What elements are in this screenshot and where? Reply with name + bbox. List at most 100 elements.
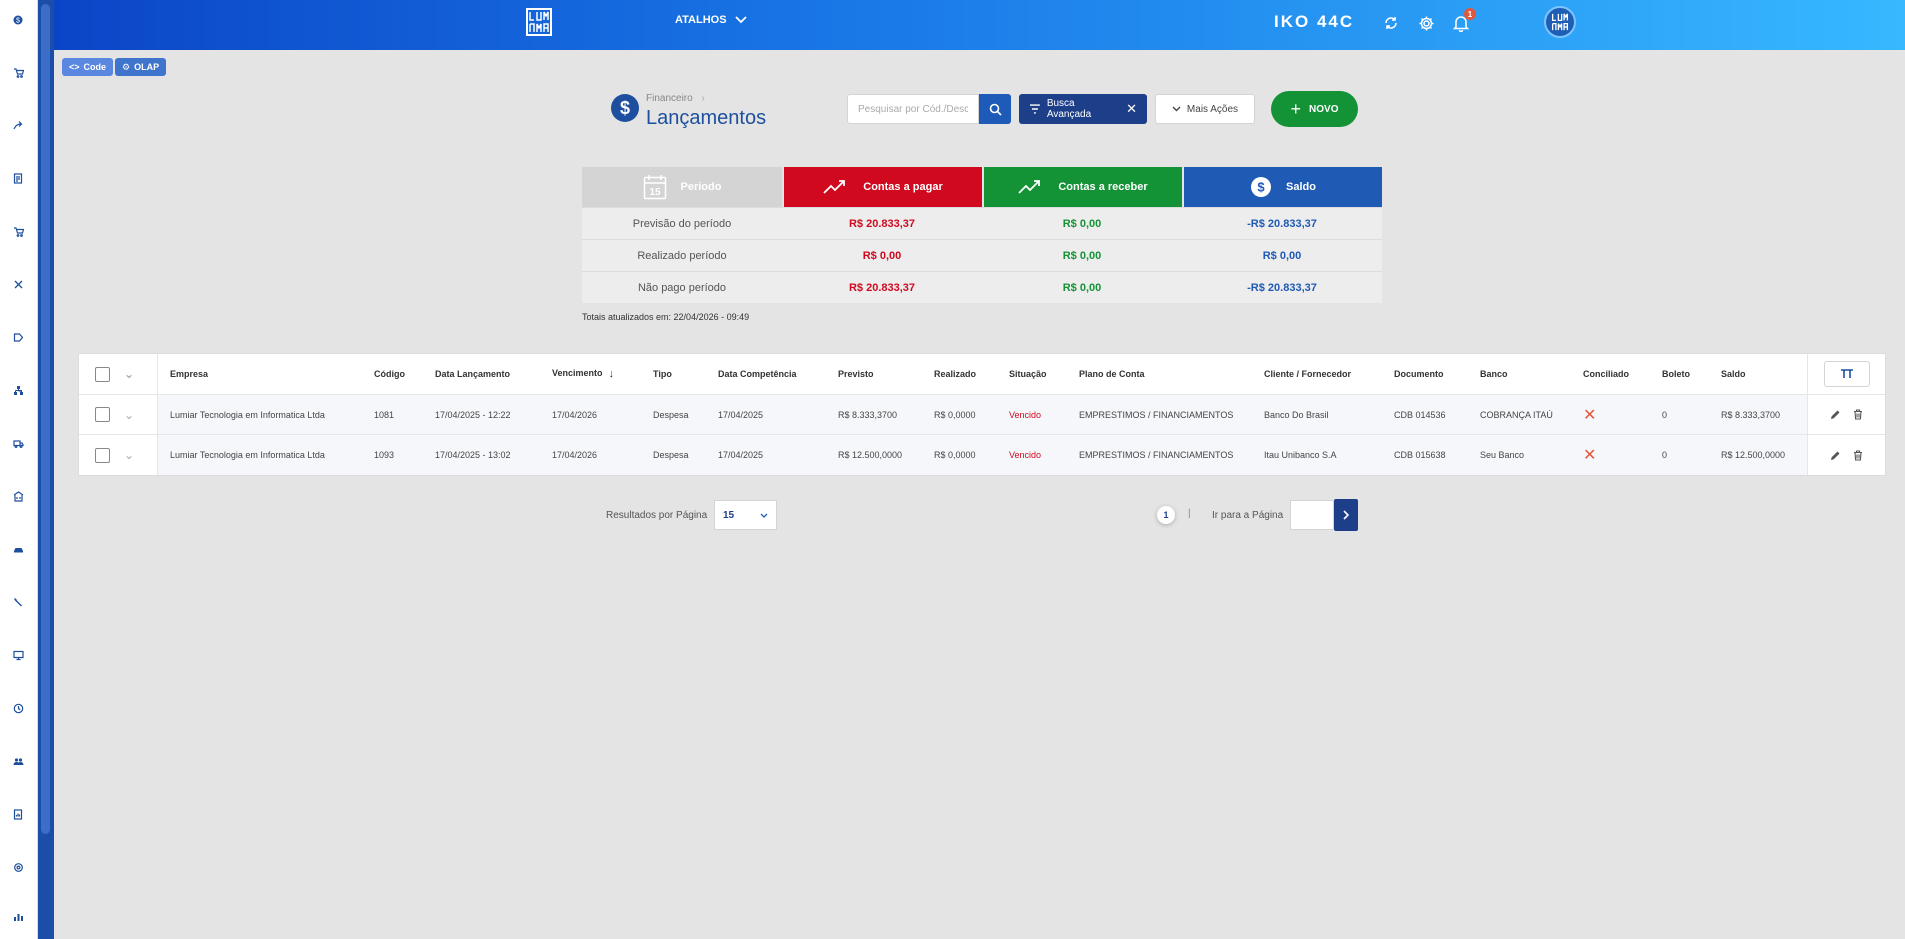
- column-header[interactable]: Código: [362, 369, 423, 379]
- cell-boleto: 0: [1662, 409, 1668, 420]
- cell-codigo: 1081: [374, 409, 395, 420]
- code-pill[interactable]: <> Code: [62, 58, 114, 76]
- results-per-page-select[interactable]: 15: [714, 500, 777, 530]
- org-chart-icon: ⚙: [122, 61, 131, 72]
- column-header[interactable]: Previsto: [826, 369, 922, 379]
- tools-icon[interactable]: [10, 276, 26, 292]
- cart-icon[interactable]: [10, 64, 26, 80]
- new-button[interactable]: + NOVO: [1271, 91, 1358, 127]
- goto-page-button[interactable]: [1334, 499, 1358, 531]
- building-icon[interactable]: [10, 488, 26, 504]
- app-logo[interactable]: [526, 8, 552, 36]
- users-icon[interactable]: [10, 753, 26, 769]
- column-header[interactable]: Cliente / Fornecedor: [1252, 369, 1382, 379]
- more-actions-button[interactable]: Mais Ações: [1155, 94, 1255, 124]
- summary-value-saldo: -R$ 20.833,37: [1247, 217, 1317, 230]
- goto-page-input[interactable]: [1290, 500, 1334, 530]
- column-header[interactable]: Saldo: [1709, 369, 1807, 379]
- select-all-checkbox[interactable]: [95, 366, 110, 382]
- chevron-down-icon: [1172, 106, 1181, 112]
- search-input[interactable]: [847, 94, 979, 124]
- dollar-icon: $: [611, 94, 639, 122]
- breadcrumb-item[interactable]: Financeiro: [646, 93, 693, 104]
- cell-documento: CDB 015638: [1394, 450, 1446, 460]
- chevron-down-icon[interactable]: ⌄: [124, 448, 134, 462]
- column-header[interactable]: Situação: [997, 369, 1067, 379]
- edit-icon[interactable]: [1830, 450, 1841, 461]
- summary-row-label: Previsão do período: [632, 217, 732, 230]
- cart-icon[interactable]: [10, 223, 26, 239]
- trash-icon[interactable]: [1853, 409, 1863, 420]
- chevron-down-icon[interactable]: ⌄: [124, 408, 134, 422]
- sidebar-scrollbar[interactable]: [38, 0, 54, 939]
- breadcrumb[interactable]: Financeiro ›: [646, 93, 705, 104]
- table-row[interactable]: ⌄ Lumiar Tecnologia em Informatica Ltda …: [79, 395, 1885, 435]
- dollar-icon[interactable]: $: [10, 12, 26, 28]
- calendar-icon: 15: [643, 175, 666, 200]
- column-header[interactable]: Documento: [1382, 369, 1468, 379]
- row-checkbox[interactable]: [95, 447, 110, 463]
- column-header[interactable]: Banco: [1468, 369, 1571, 379]
- cell-saldo: R$ 12.500,0000: [1721, 450, 1786, 460]
- edit-icon[interactable]: [1830, 409, 1841, 420]
- clock-icon[interactable]: [10, 700, 26, 716]
- column-header[interactable]: Empresa: [158, 369, 362, 379]
- row-checkbox[interactable]: [95, 407, 110, 422]
- column-header[interactable]: Boleto: [1650, 369, 1709, 379]
- scrollbar-thumb[interactable]: [41, 4, 50, 834]
- top-header: ATALHOS IKO 44C 1: [54, 0, 1905, 50]
- truck-icon[interactable]: [10, 435, 26, 451]
- chart-icon[interactable]: [10, 908, 26, 924]
- report-icon[interactable]: [10, 806, 26, 822]
- summary-header-periodo[interactable]: 15 Período: [582, 167, 782, 207]
- column-header[interactable]: Plano de Conta: [1067, 369, 1252, 379]
- chevron-down-icon[interactable]: ⌄: [124, 367, 134, 381]
- column-header-label: Vencimento: [552, 368, 603, 378]
- columns-toggle-button[interactable]: [1823, 361, 1870, 387]
- search-icon: [989, 103, 1002, 116]
- refresh-icon[interactable]: [1380, 12, 1402, 34]
- column-header[interactable]: Conciliado: [1571, 369, 1650, 379]
- row-actions: [1807, 435, 1885, 475]
- settings-icon[interactable]: [10, 859, 26, 875]
- trash-icon[interactable]: [1853, 449, 1863, 461]
- advanced-search-button[interactable]: Busca Avançada ✕: [1019, 94, 1147, 124]
- car-icon[interactable]: [10, 541, 26, 557]
- notification-bell[interactable]: 1: [1450, 8, 1476, 34]
- not-reconciled-icon: ✕: [1583, 406, 1597, 424]
- cell-realizado: R$ 0,0000: [934, 450, 976, 460]
- olap-pill[interactable]: ⚙ OLAP: [115, 58, 167, 76]
- summary-header-receber[interactable]: Contas a receber: [984, 167, 1182, 207]
- monitor-icon[interactable]: [10, 647, 26, 663]
- column-header-sorted[interactable]: Vencimento ↓: [540, 368, 641, 380]
- gear-icon[interactable]: [1415, 12, 1437, 34]
- plus-icon: +: [1290, 98, 1302, 119]
- column-header[interactable]: Data Competência: [706, 369, 826, 379]
- avatar[interactable]: [1544, 6, 1576, 38]
- code-icon: <>: [69, 62, 80, 72]
- shortcuts-menu[interactable]: ATALHOS: [675, 14, 747, 26]
- table-header-row: ⌄ Empresa Código Data Lançamento Vencime…: [79, 354, 1885, 395]
- cell-tipo: Despesa: [653, 450, 689, 460]
- cell-realizado: R$ 0,0000: [934, 409, 976, 420]
- code-label: Code: [83, 62, 107, 72]
- share-icon[interactable]: [10, 117, 26, 133]
- summary-row: Não pago período R$ 20.833,37 R$ 0,00 -R…: [582, 271, 1382, 303]
- wrench-icon[interactable]: [10, 594, 26, 610]
- summary-header-pagar[interactable]: Contas a pagar: [784, 167, 982, 207]
- cell-cliente-fornecedor: Banco Do Brasil: [1264, 409, 1329, 420]
- summary-header-saldo[interactable]: $ Saldo: [1184, 167, 1382, 207]
- document-icon[interactable]: [10, 170, 26, 186]
- column-header[interactable]: Tipo: [641, 369, 706, 379]
- column-header[interactable]: Realizado: [922, 369, 997, 379]
- search-button[interactable]: [979, 94, 1011, 124]
- column-header[interactable]: Data Lançamento: [423, 369, 540, 379]
- org-chart-icon[interactable]: [10, 382, 26, 398]
- new-label: NOVO: [1309, 103, 1339, 115]
- close-icon[interactable]: ✕: [1126, 101, 1137, 117]
- table-row[interactable]: ⌄ Lumiar Tecnologia em Informatica Ltda …: [79, 435, 1885, 475]
- tag-icon[interactable]: [10, 329, 26, 345]
- page-number-button[interactable]: 1: [1157, 506, 1175, 524]
- cell-previsto: R$ 8.333,3700: [838, 409, 898, 420]
- summary-table: 15 Período Contas a pagar Contas a receb…: [582, 167, 1382, 303]
